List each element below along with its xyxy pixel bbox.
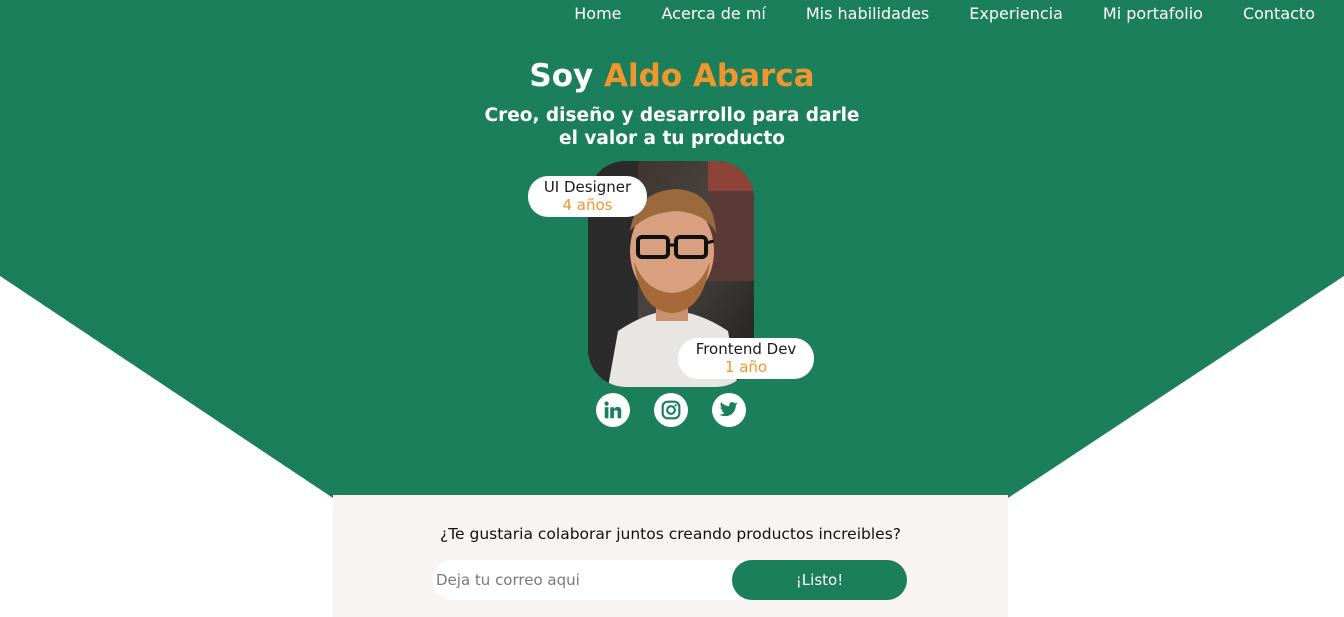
page: Home Acerca de mí Mis habilidades Experi…	[0, 0, 1344, 617]
badge-role: UI Designer	[543, 178, 632, 196]
title-prefix: Soy	[529, 58, 594, 94]
hero-title: Soy Aldo Abarca	[0, 56, 1344, 96]
nav-home[interactable]: Home	[574, 4, 621, 24]
nav-contact[interactable]: Contacto	[1243, 4, 1315, 24]
submit-button[interactable]: ¡Listo!	[732, 560, 907, 600]
email-input[interactable]	[433, 560, 763, 600]
nav-portfolio[interactable]: Mi portafolio	[1103, 4, 1203, 24]
linkedin-link[interactable]	[596, 393, 630, 427]
twitter-link[interactable]	[712, 393, 746, 427]
main-nav: Home Acerca de mí Mis habilidades Experi…	[574, 4, 1315, 24]
badge-years: 4 años	[562, 196, 613, 214]
hero-subtitle: Creo, diseño y desarrollo para darle el …	[484, 105, 860, 149]
linkedin-icon	[604, 401, 622, 419]
badge-role: Frontend Dev	[695, 340, 797, 358]
nav-about[interactable]: Acerca de mí	[662, 4, 766, 24]
badge-years: 1 año	[724, 358, 768, 376]
nav-skills[interactable]: Mis habilidades	[806, 4, 929, 24]
collab-panel: ¿Te gustaria colaborar juntos creando pr…	[333, 495, 1008, 617]
nav-experience[interactable]: Experiencia	[969, 4, 1063, 24]
badge-ui-designer: UI Designer 4 años	[528, 176, 647, 217]
collab-question: ¿Te gustaria colaborar juntos creando pr…	[439, 525, 902, 543]
twitter-icon	[719, 402, 739, 417]
badge-frontend-dev: Frontend Dev 1 año	[678, 338, 814, 379]
instagram-icon	[661, 400, 681, 420]
instagram-link[interactable]	[654, 393, 688, 427]
social-links	[596, 393, 746, 427]
title-name: Aldo Abarca	[604, 58, 815, 94]
